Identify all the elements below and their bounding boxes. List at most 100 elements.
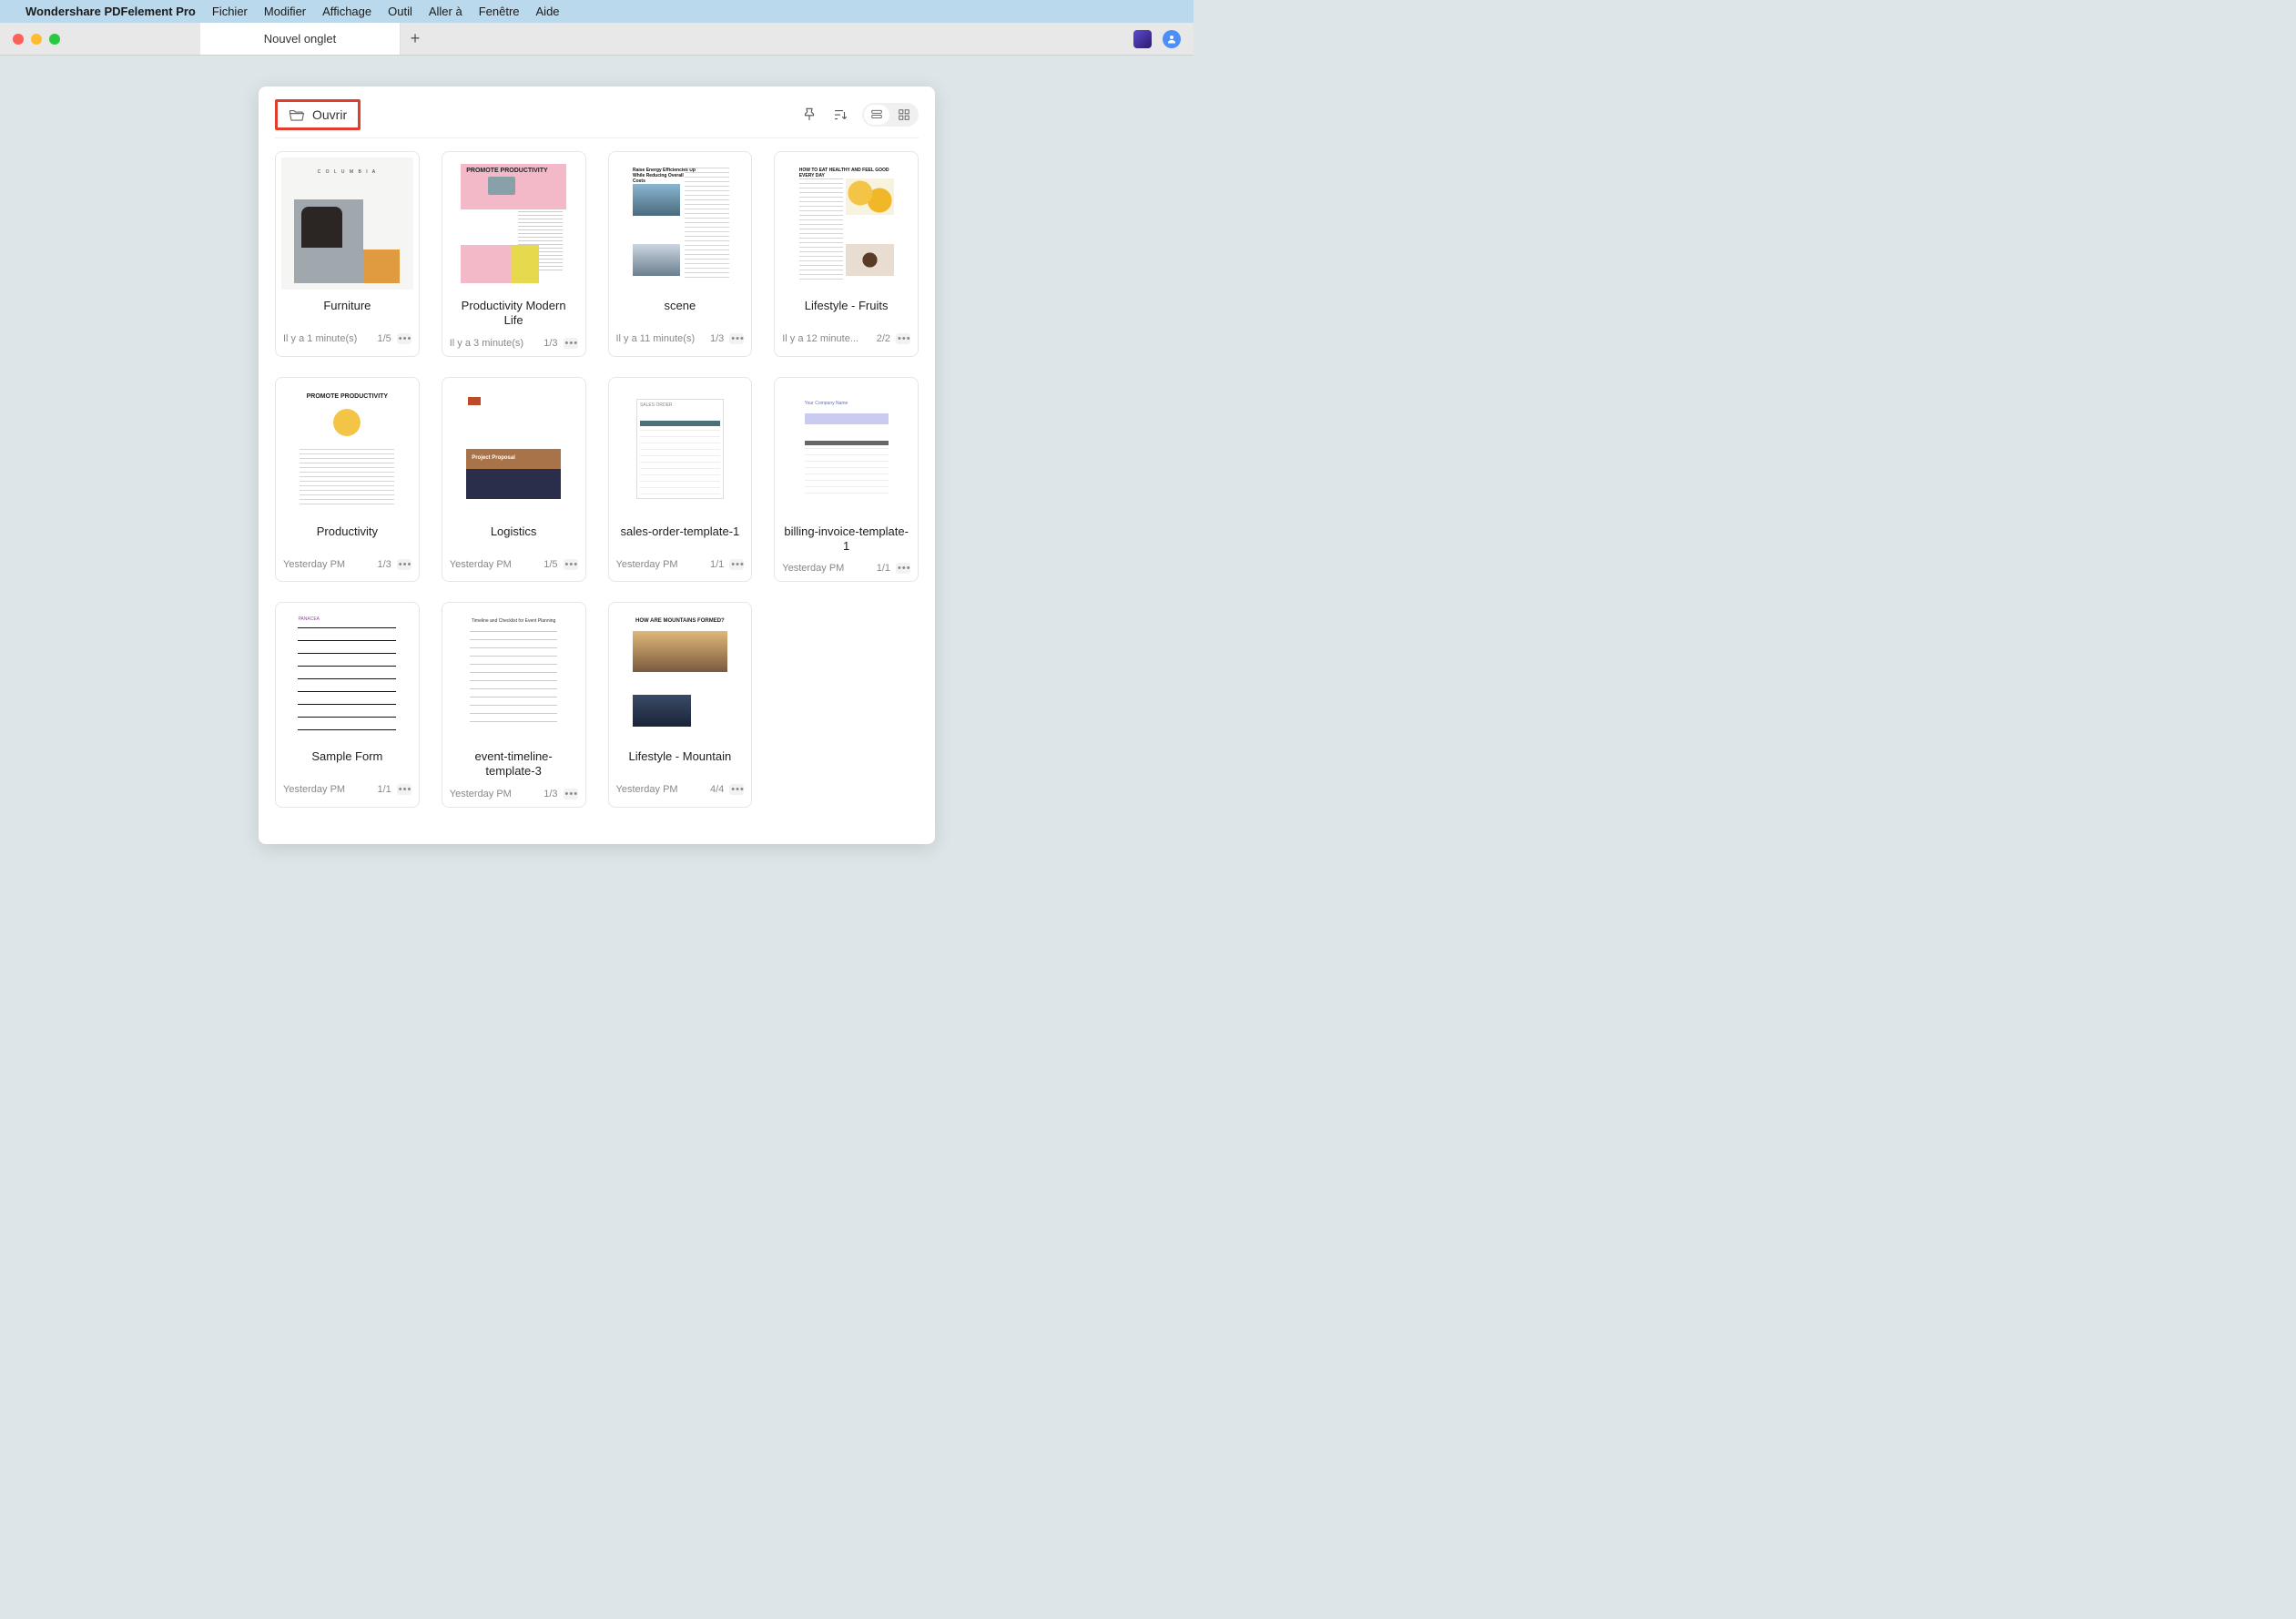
- file-time: Il y a 1 minute(s): [283, 333, 357, 344]
- app-window: Nouvel onglet + Ouvrir: [0, 23, 1194, 842]
- menu-affichage[interactable]: Affichage: [322, 5, 371, 18]
- file-card[interactable]: PROMOTE PRODUCTIVITYProductivity Modern …: [442, 151, 586, 357]
- file-pages: 1/3: [544, 789, 557, 799]
- file-pages: 2/2: [877, 333, 890, 344]
- file-meta: Yesterday PM 1/1 •••: [281, 784, 413, 795]
- file-title: Lifestyle - Fruits: [780, 299, 912, 324]
- file-title: scene: [615, 299, 747, 324]
- more-icon[interactable]: •••: [729, 333, 744, 344]
- file-pages: 1/1: [710, 559, 724, 570]
- sort-icon[interactable]: [831, 106, 849, 124]
- menu-outil[interactable]: Outil: [388, 5, 412, 18]
- minimize-window-button[interactable]: [31, 34, 42, 45]
- file-meta: Yesterday PM 1/1 •••: [780, 563, 912, 574]
- file-pages: 1/3: [710, 333, 724, 344]
- window-titlebar: Nouvel onglet +: [0, 23, 1194, 56]
- file-title: Logistics: [448, 524, 580, 550]
- open-file-button[interactable]: Ouvrir: [275, 99, 361, 130]
- file-meta: Il y a 12 minute... 2/2 •••: [780, 333, 912, 344]
- divider: [275, 137, 919, 138]
- more-icon[interactable]: •••: [397, 559, 411, 570]
- more-icon[interactable]: •••: [896, 333, 910, 344]
- file-time: Yesterday PM: [616, 559, 678, 570]
- file-title: Productivity Modern Life: [448, 299, 580, 329]
- file-card[interactable]: Project ProposalLogisticsYesterday PM1/5…: [442, 377, 586, 583]
- file-time: Yesterday PM: [782, 563, 844, 574]
- open-button-label: Ouvrir: [312, 107, 347, 122]
- file-card[interactable]: Timeline and Checklist for Event Plannin…: [442, 602, 586, 808]
- file-time: Il y a 3 minute(s): [450, 338, 523, 349]
- ai-icon[interactable]: [1133, 30, 1152, 48]
- file-card[interactable]: Your Company Namebilling-invoice-templat…: [774, 377, 919, 583]
- file-pages: 1/1: [877, 563, 890, 574]
- traffic-lights: [0, 34, 73, 45]
- tab-new[interactable]: Nouvel onglet: [200, 23, 401, 55]
- file-time: Yesterday PM: [283, 559, 345, 570]
- menu-fenetre[interactable]: Fenêtre: [479, 5, 520, 18]
- file-title: sales-order-template-1: [615, 524, 747, 550]
- folder-open-icon: [289, 107, 305, 122]
- toolbar-right: [800, 103, 919, 127]
- more-icon[interactable]: •••: [564, 789, 578, 799]
- panel-toolbar: Ouvrir: [275, 97, 919, 132]
- more-icon[interactable]: •••: [896, 563, 910, 574]
- tab-strip: Nouvel onglet +: [200, 23, 430, 55]
- user-avatar-icon[interactable]: [1163, 30, 1181, 48]
- file-time: Yesterday PM: [450, 559, 512, 570]
- menu-modifier[interactable]: Modifier: [264, 5, 306, 18]
- grid-view-button[interactable]: [891, 105, 917, 125]
- file-title: Furniture: [281, 299, 413, 324]
- menu-fichier[interactable]: Fichier: [212, 5, 248, 18]
- close-window-button[interactable]: [13, 34, 24, 45]
- app-name[interactable]: Wondershare PDFelement Pro: [25, 5, 196, 18]
- file-title: Sample Form: [281, 749, 413, 775]
- file-pages: 1/3: [544, 338, 557, 349]
- file-time: Yesterday PM: [616, 784, 678, 795]
- tab-label: Nouvel onglet: [264, 32, 337, 46]
- file-meta: Yesterday PM 4/4 •••: [615, 784, 747, 795]
- file-card[interactable]: PROMOTE PRODUCTIVITYProductivityYesterda…: [275, 377, 420, 583]
- file-time: Il y a 12 minute...: [782, 333, 858, 344]
- new-tab-button[interactable]: +: [401, 23, 430, 55]
- file-meta: Yesterday PM 1/3 •••: [448, 789, 580, 799]
- file-pages: 1/5: [544, 559, 557, 570]
- file-meta: Il y a 11 minute(s) 1/3 •••: [615, 333, 747, 344]
- more-icon[interactable]: •••: [729, 559, 744, 570]
- file-meta: Il y a 1 minute(s) 1/5 •••: [281, 333, 413, 344]
- file-card[interactable]: SALES ORDERsales-order-template-1Yesterd…: [608, 377, 753, 583]
- more-icon[interactable]: •••: [397, 333, 411, 344]
- file-time: Yesterday PM: [450, 789, 512, 799]
- file-title: Productivity: [281, 524, 413, 550]
- file-card[interactable]: C O L U M B I AFurnitureIl y a 1 minute(…: [275, 151, 420, 357]
- file-time: Il y a 11 minute(s): [616, 333, 696, 344]
- file-pages: 1/5: [377, 333, 391, 344]
- file-time: Yesterday PM: [283, 784, 345, 795]
- file-card[interactable]: PANACEASample FormYesterday PM1/1•••: [275, 602, 420, 808]
- file-title: Lifestyle - Mountain: [615, 749, 747, 775]
- file-card[interactable]: Raise Energy Efficiencies Up While Reduc…: [608, 151, 753, 357]
- file-card[interactable]: HOW ARE MOUNTAINS FORMED?Lifestyle - Mou…: [608, 602, 753, 808]
- file-title: billing-invoice-template-1: [780, 524, 912, 555]
- more-icon[interactable]: •••: [397, 784, 411, 795]
- more-icon[interactable]: •••: [729, 784, 744, 795]
- file-pages: 1/3: [377, 559, 391, 570]
- menu-aller-a[interactable]: Aller à: [429, 5, 462, 18]
- view-toggle: [862, 103, 919, 127]
- file-pages: 4/4: [710, 784, 724, 795]
- titlebar-right: [1133, 30, 1194, 48]
- file-pages: 1/1: [377, 784, 391, 795]
- more-icon[interactable]: •••: [564, 338, 578, 349]
- more-icon[interactable]: •••: [564, 559, 578, 570]
- file-meta: Yesterday PM 1/3 •••: [281, 559, 413, 570]
- file-title: event-timeline-template-3: [448, 749, 580, 779]
- list-view-button[interactable]: [864, 105, 889, 125]
- file-meta: Yesterday PM 1/5 •••: [448, 559, 580, 570]
- file-card[interactable]: HOW TO EAT HEALTHY AND FEEL GOOD EVERY D…: [774, 151, 919, 357]
- pin-icon[interactable]: [800, 106, 818, 124]
- file-meta: Yesterday PM 1/1 •••: [615, 559, 747, 570]
- recent-files-panel: Ouvrir C O L U M B: [259, 87, 935, 844]
- menu-aide[interactable]: Aide: [536, 5, 560, 18]
- zoom-window-button[interactable]: [49, 34, 60, 45]
- file-grid: C O L U M B I AFurnitureIl y a 1 minute(…: [275, 151, 919, 808]
- file-meta: Il y a 3 minute(s) 1/3 •••: [448, 338, 580, 349]
